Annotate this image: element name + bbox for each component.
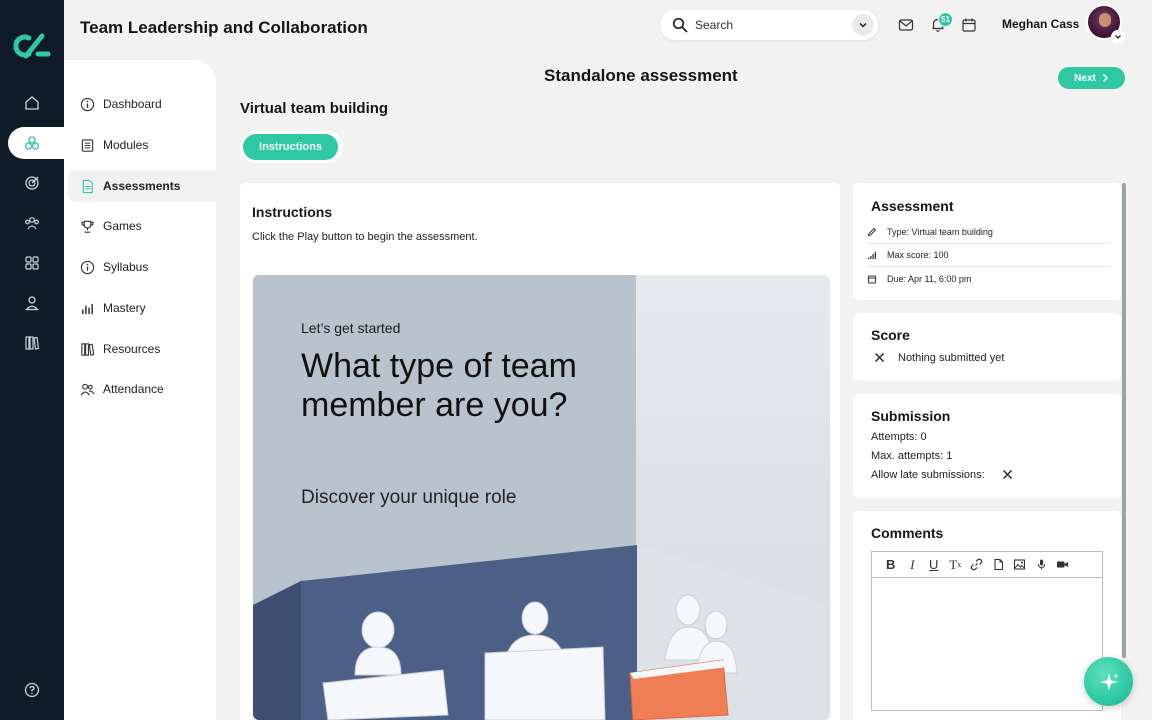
comments-card: Comments B I U Tx [853,511,1121,720]
assessment-type: Type: Virtual team building [887,227,993,237]
search-bar[interactable]: Search [660,10,878,40]
home-icon[interactable] [22,93,42,113]
tab-instructions[interactable]: Instructions [243,134,338,160]
sparkle-icon [1099,672,1119,691]
submission-title: Submission [871,408,951,424]
signal-bars-icon [867,252,877,259]
close-icon [1003,470,1012,479]
page-scrollbar[interactable] [1122,183,1126,658]
course-title: Team Leadership and Collaboration [80,18,368,37]
assessment-details-card: Assessment Type: Virtual team building M… [853,183,1121,300]
comment-editor[interactable]: B I U Tx [871,551,1103,711]
top-header: Team Leadership and Collaboration Search… [64,0,1152,56]
image-icon[interactable] [1009,555,1031,575]
video-icon[interactable] [1052,555,1074,575]
sidebar-item-label: Mastery [103,301,146,315]
instructions-heading: Instructions [252,204,333,220]
grid-icon[interactable] [22,253,42,273]
document-icon [82,179,93,193]
chevron-down-icon[interactable] [1111,30,1125,44]
cover-tagline: Discover your unique role [301,487,517,508]
submission-card: Submission Attempts: 0 Max. attempts: 1 … [853,394,1121,498]
assessment-card-title: Assessment [871,198,954,214]
books-icon [81,342,95,356]
underline-icon[interactable]: U [923,555,945,575]
page-title: Standalone assessment [544,66,738,85]
bar-chart-icon [82,303,93,314]
bold-icon[interactable]: B [880,555,902,575]
sidebar-item-label: Assessments [103,179,181,193]
course-sidebar: Dashboard Modules Assessments Games Syll… [64,60,216,720]
max-score-row: Max score: 100 [867,244,1111,267]
sidebar-item-resources[interactable]: Resources [68,333,216,365]
sidebar-item-assessments[interactable]: Assessments [68,170,216,202]
cover-kicker: Let’s get started [301,320,401,336]
next-button-label: Next [1074,72,1096,84]
app-logo-icon[interactable] [12,32,52,60]
due-date-row: Due: Apr 11, 6:00 pm [867,267,1111,290]
tab-bar: Instructions [240,131,343,163]
pencil-icon [867,227,877,237]
calendar-icon [868,275,876,283]
sidebar-item-attendance[interactable]: Attendance [68,373,216,405]
assessment-cover-image[interactable]: Let’s get started What type of team memb… [253,275,830,720]
instructions-panel: Instructions Click the Play button to be… [240,183,840,720]
editor-toolbar: B I U Tx [872,552,1102,578]
italic-icon[interactable]: I [902,555,924,575]
assessment-title: Virtual team building [240,100,389,117]
user-icon[interactable] [22,293,42,313]
list-icon [81,138,94,152]
groups-icon[interactable] [22,213,42,233]
cover-headline: What type of team member are you? [301,347,577,424]
user-name[interactable]: Meghan Cass [1002,17,1079,31]
library-icon[interactable] [22,333,42,353]
max-attempts-value: Max. attempts: 1 [871,450,953,462]
sidebar-item-label: Attendance [103,382,164,396]
app-rail [0,0,66,720]
people-icon [80,383,95,395]
help-icon[interactable] [22,680,42,700]
sidebar-item-modules[interactable]: Modules [68,129,216,161]
assessment-type-row: Type: Virtual team building [867,221,1111,244]
file-icon[interactable] [988,555,1010,575]
max-score: Max score: 100 [887,250,949,260]
sidebar-item-mastery[interactable]: Mastery [68,292,216,324]
sidebar-item-games[interactable]: Games [68,210,216,242]
sidebar-item-label: Syllabus [103,260,149,274]
target-icon[interactable] [22,173,42,193]
sidebar-item-dashboard[interactable]: Dashboard [68,88,216,120]
sidebar-item-label: Modules [103,138,149,152]
due-date: Due: Apr 11, 6:00 pm [887,273,972,284]
sidebar-item-label: Resources [103,342,161,356]
close-icon [875,353,884,362]
mail-icon[interactable] [897,16,915,34]
ai-assistant-button[interactable] [1084,657,1133,706]
search-input[interactable]: Search [695,18,733,32]
late-submissions-label: Allow late submissions: [871,469,985,481]
sidebar-item-syllabus[interactable]: Syllabus [68,251,216,283]
instructions-text: Click the Play button to begin the asses… [252,231,478,243]
search-icon [672,17,688,33]
link-icon[interactable] [966,555,988,575]
score-status: Nothing submitted yet [898,352,1005,364]
chevron-down-icon[interactable] [852,14,874,36]
comments-title: Comments [871,525,944,541]
calendar-icon[interactable] [960,16,978,34]
sidebar-item-label: Dashboard [103,97,162,111]
clear-format-icon[interactable]: Tx [945,555,967,575]
next-button[interactable]: Next [1058,67,1125,89]
score-card: Score Nothing submitted yet [853,313,1121,381]
info-circle-icon [80,97,95,111]
score-title: Score [871,327,910,343]
attempts-value: Attempts: 0 [871,431,927,443]
sidebar-item-label: Games [103,219,142,233]
info-circle-icon [80,260,95,274]
courses-icon[interactable] [22,133,42,153]
chevron-right-icon [1102,73,1108,83]
microphone-icon[interactable] [1031,555,1053,575]
trophy-icon [81,220,94,233]
notification-badge: 51 [938,12,953,27]
